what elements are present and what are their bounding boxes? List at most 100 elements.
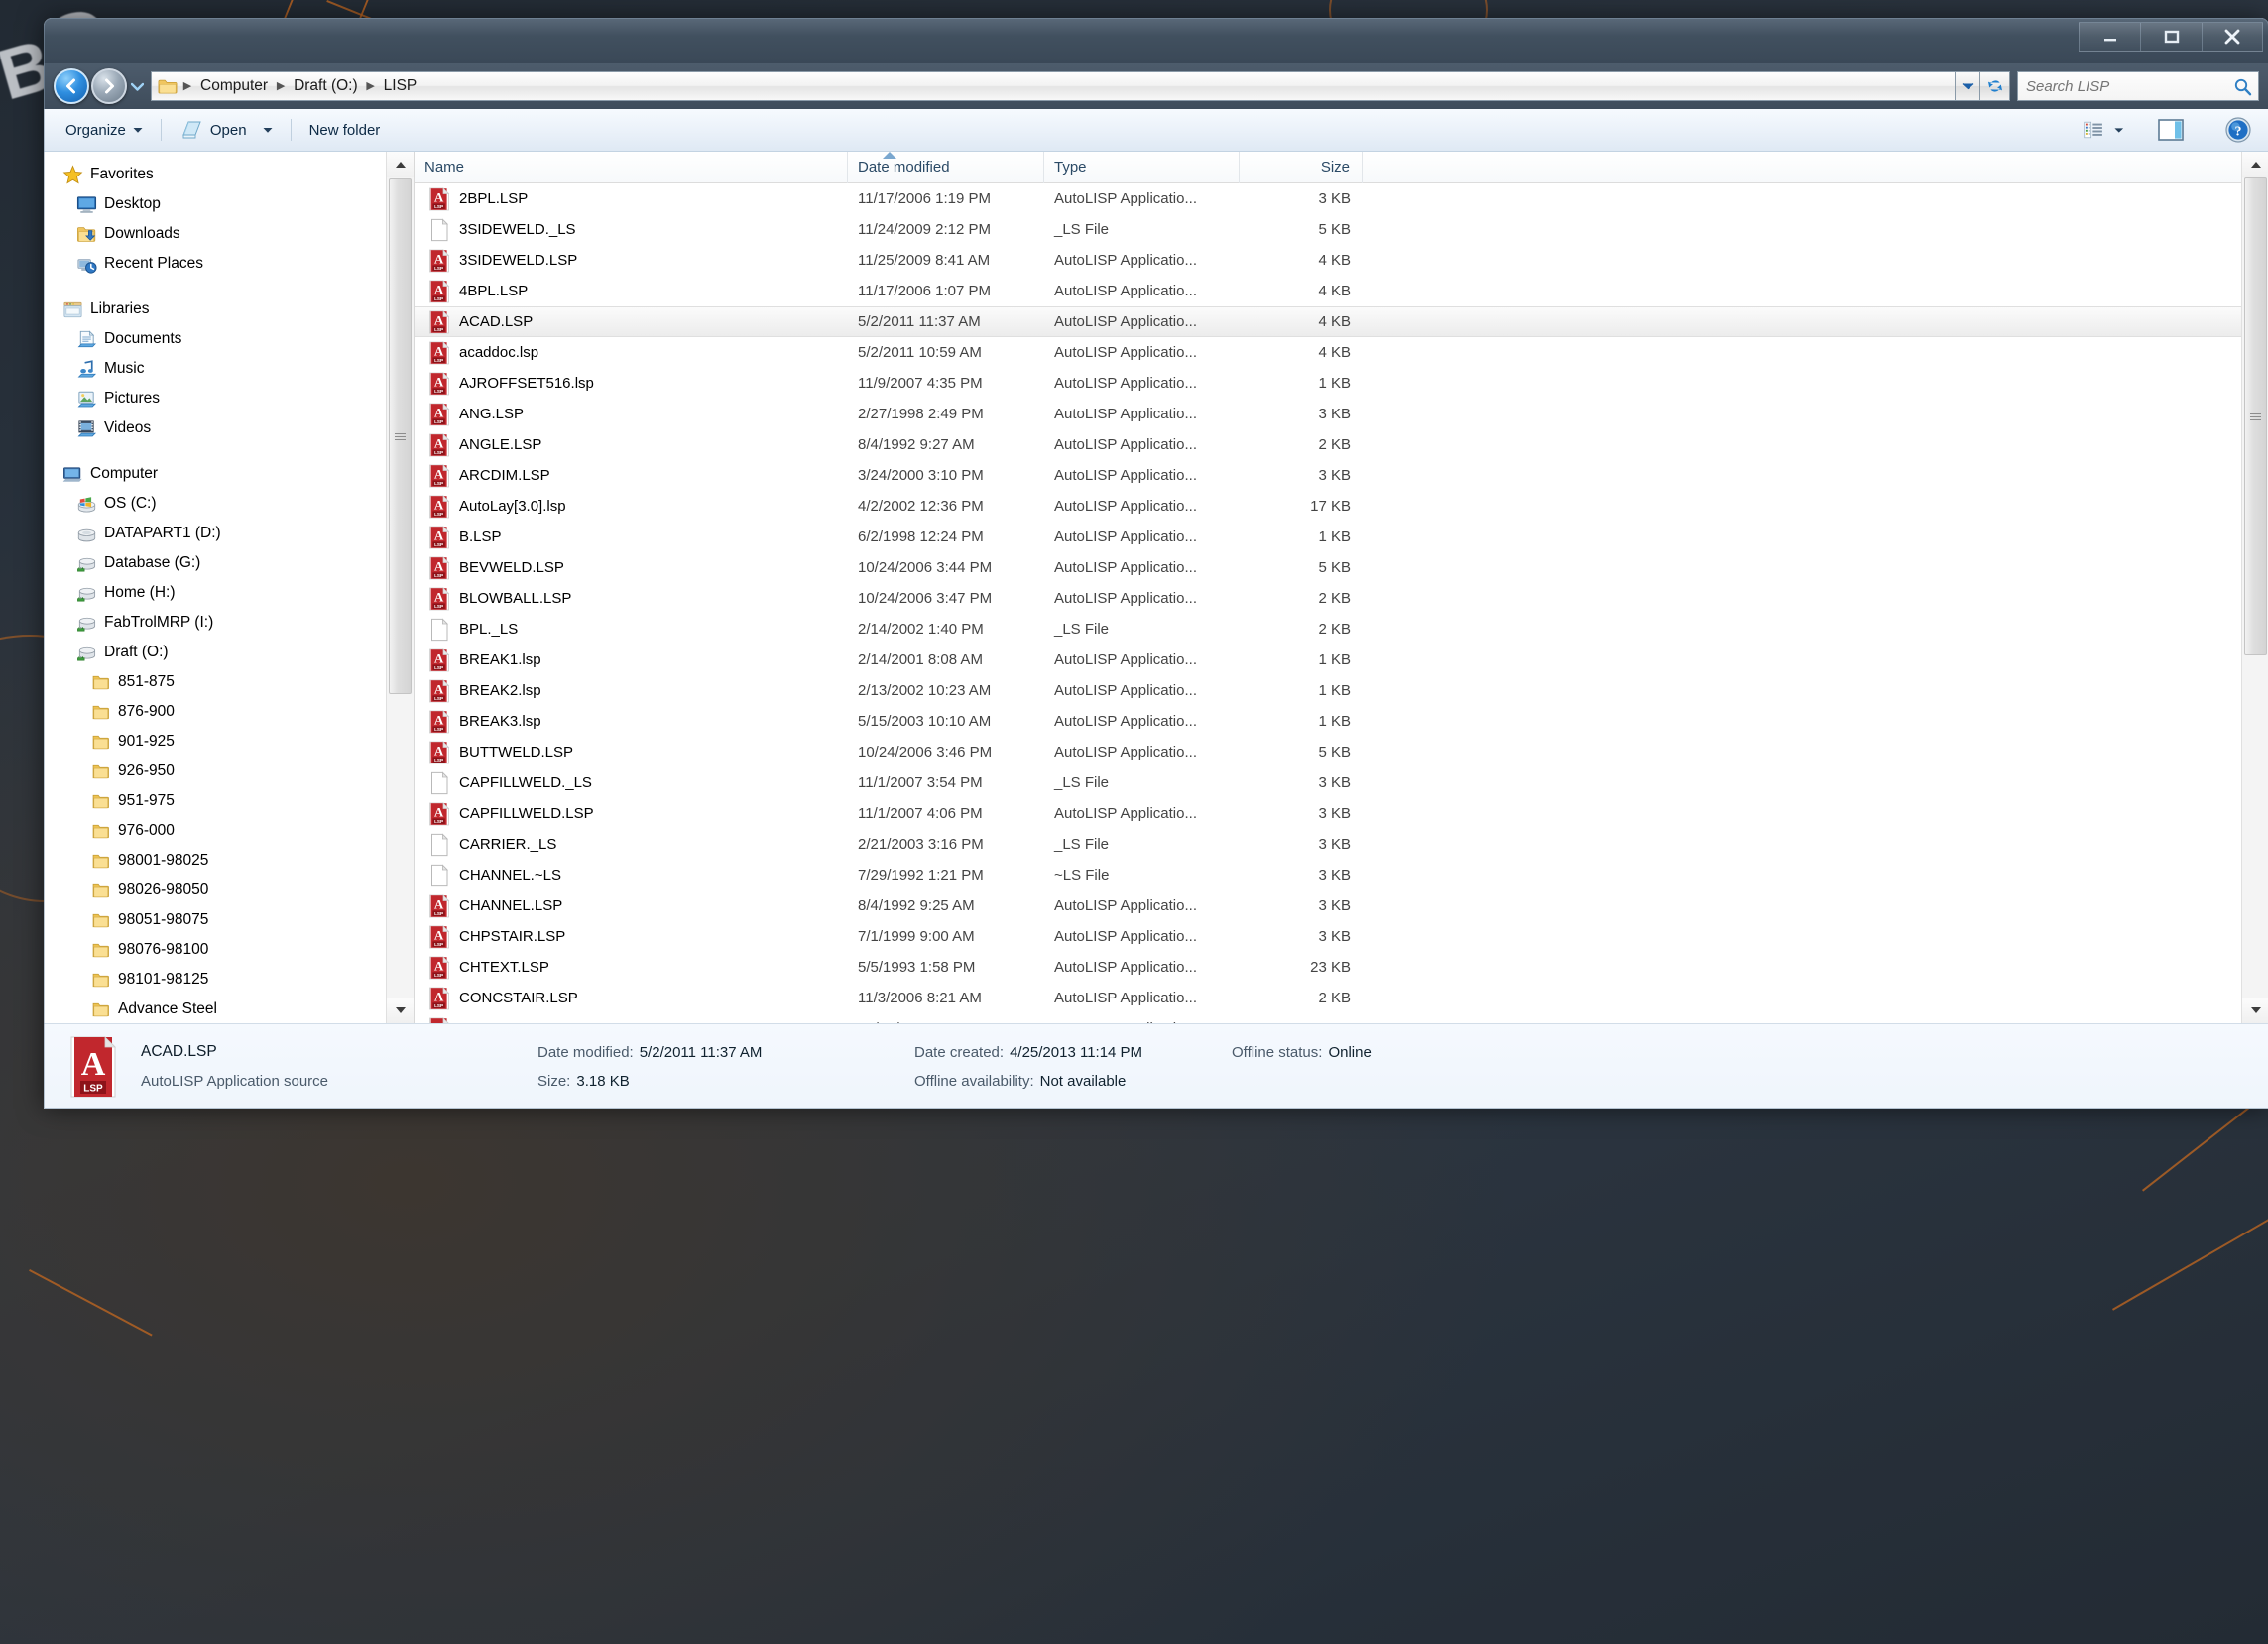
preview-pane-button[interactable] xyxy=(2150,114,2192,146)
sidebar-item-desktop[interactable]: Desktop xyxy=(44,189,386,219)
column-header-size[interactable]: Size xyxy=(1240,152,1363,183)
sidebar-group-favorites[interactable]: Favorites xyxy=(44,160,386,189)
sidebar-item-98101-98125[interactable]: 98101-98125 xyxy=(44,965,386,995)
breadcrumb-item-computer[interactable]: Computer xyxy=(195,75,273,97)
sidebar-group-computer[interactable]: Computer xyxy=(44,459,386,489)
sidebar-item-datapart1-d-[interactable]: DATAPART1 (D:) xyxy=(44,519,386,548)
help-button[interactable]: ? xyxy=(2217,114,2259,146)
table-row[interactable]: A LSP 2BPL.LSP 11/17/2006 1:19 PM AutoLISP A… xyxy=(415,183,2241,214)
table-row[interactable]: A LSP CONCSTAIR.LSP 11/3/2006 8:21 AM AutoLI… xyxy=(415,983,2241,1013)
sidebar-item-98051-98075[interactable]: 98051-98075 xyxy=(44,905,386,935)
breadcrumb-item-draft[interactable]: Draft (O:) xyxy=(289,75,363,97)
table-row[interactable]: A LSP B.LSP 6/2/1998 12:24 PM AutoLISP Appli… xyxy=(415,522,2241,552)
triangle-up-icon xyxy=(2250,162,2261,168)
nav-scroll-thumb[interactable] xyxy=(389,178,412,694)
file-date-modified-cell: 6/2/1998 12:24 PM xyxy=(858,528,984,545)
hdd-windows-icon xyxy=(75,493,97,515)
sidebar-item-label: 98101-98125 xyxy=(118,971,209,988)
sidebar-item-pictures[interactable]: Pictures xyxy=(44,384,386,413)
file-date-modified-cell: 8/4/1992 9:27 AM xyxy=(858,436,975,453)
refresh-button[interactable] xyxy=(1980,71,2010,101)
file-scroll-up-button[interactable] xyxy=(2242,152,2268,177)
sidebar-item-98026-98050[interactable]: 98026-98050 xyxy=(44,876,386,905)
sidebar-item-home-h-[interactable]: Home (H:) xyxy=(44,578,386,608)
organize-button[interactable]: Organize xyxy=(54,115,155,146)
file-date-modified-cell: 8/4/1992 9:25 AM xyxy=(858,897,975,914)
sidebar-item-876-900[interactable]: 876-900 xyxy=(44,697,386,727)
previous-locations-button[interactable] xyxy=(1955,71,1980,101)
open-button[interactable]: Open xyxy=(168,115,285,146)
table-row[interactable]: A LSP ANGLE.LSP 8/4/1992 9:27 AM AutoLISP Ap… xyxy=(415,429,2241,460)
table-row[interactable]: A LSP BREAK1.lsp 2/14/2001 8:08 AM AutoLISP … xyxy=(415,645,2241,675)
minimize-button[interactable] xyxy=(2079,22,2140,52)
file-scroll-down-button[interactable] xyxy=(2242,998,2268,1023)
table-row[interactable]: A LSP BLOWBALL.LSP 10/24/2006 3:47 PM AutoLI… xyxy=(415,583,2241,614)
table-row[interactable]: BPL._LS 2/14/2002 1:40 PM _LS File 2 KB xyxy=(415,614,2241,645)
window-controls xyxy=(2079,22,2263,52)
table-row[interactable]: 3SIDEWELD._LS 11/24/2009 2:12 PM _LS File 5… xyxy=(415,214,2241,245)
table-row[interactable]: A LSP BUTTWELD.LSP 10/24/2006 3:46 PM AutoLI… xyxy=(415,737,2241,767)
table-row[interactable]: A LSP ANG.LSP 2/27/1998 2:49 PM AutoLISP App… xyxy=(415,399,2241,429)
column-header-date-modified[interactable]: Date modified xyxy=(848,152,1044,183)
new-folder-button[interactable]: New folder xyxy=(298,115,393,146)
table-row[interactable]: A LSP BREAK2.lsp 2/13/2002 10:23 AM AutoLISP… xyxy=(415,675,2241,706)
forward-button[interactable] xyxy=(91,68,127,104)
nav-scroll-down-button[interactable] xyxy=(387,998,414,1023)
table-row[interactable]: A LSP ARCDIM.LSP 3/24/2000 3:10 PM AutoLISP … xyxy=(415,460,2241,491)
file-type-cell: ~LS File xyxy=(1054,867,1110,883)
breadcrumb[interactable]: ▶ Computer ▶ Draft (O:) ▶ LISP xyxy=(151,71,1955,101)
sidebar-item-851-875[interactable]: 851-875 xyxy=(44,667,386,697)
table-row[interactable]: A LSP ACAD.LSP 5/2/2011 11:37 AM AutoLISP Ap… xyxy=(415,306,2241,337)
sidebar-item-advance-steel[interactable]: Advance Steel xyxy=(44,995,386,1023)
table-row[interactable]: A LSP BREAK3.lsp 5/15/2003 10:10 AM AutoLISP… xyxy=(415,706,2241,737)
refresh-icon xyxy=(1987,80,2002,92)
sidebar-item-98001-98025[interactable]: 98001-98025 xyxy=(44,846,386,876)
close-button[interactable] xyxy=(2202,22,2263,52)
table-row[interactable]: A LSP CHPSTAIR.LSP 7/1/1999 9:00 AM AutoLISP… xyxy=(415,921,2241,952)
table-row[interactable]: A LSP CHANNEL.LSP 8/4/1992 9:25 AM AutoLISP … xyxy=(415,890,2241,921)
column-header-type[interactable]: Type xyxy=(1044,152,1240,183)
sidebar-item-fabtrolmrp-i-[interactable]: FabTrolMRP (I:) xyxy=(44,608,386,638)
lsp-icon: ALSP xyxy=(429,709,450,733)
sidebar-item-976-000[interactable]: 976-000 xyxy=(44,816,386,846)
search-input[interactable] xyxy=(2024,76,2233,96)
table-row[interactable]: ALSPCRSGRID.LSP10/20/1994 12:00 PMAutoLI… xyxy=(415,1013,2241,1023)
nav-pane-scrollbar[interactable] xyxy=(386,152,414,1023)
sort-ascending-indicator-icon xyxy=(883,152,896,159)
sidebar-item-926-950[interactable]: 926-950 xyxy=(44,757,386,786)
change-view-button[interactable] xyxy=(2083,114,2124,146)
sidebar-item-videos[interactable]: Videos xyxy=(44,413,386,443)
sidebar-item-documents[interactable]: Documents xyxy=(44,324,386,354)
sidebar-item-recent-places[interactable]: Recent Places xyxy=(44,249,386,279)
table-row[interactable]: A LSP BEVWELD.LSP 10/24/2006 3:44 PM AutoLIS… xyxy=(415,552,2241,583)
table-row[interactable]: A LSP CHTEXT.LSP 5/5/1993 1:58 PM AutoLISP A… xyxy=(415,952,2241,983)
sidebar-item-901-925[interactable]: 901-925 xyxy=(44,727,386,757)
column-header-name[interactable]: Name xyxy=(415,152,848,183)
sidebar-item-os-c-[interactable]: OS (C:) xyxy=(44,489,386,519)
desktop-icon xyxy=(76,195,96,213)
sidebar-item-music[interactable]: Music xyxy=(44,354,386,384)
file-list-scrollbar[interactable] xyxy=(2241,152,2268,1023)
table-row[interactable]: A LSP AutoLay[3.0].lsp 4/2/2002 12:36 PM Aut… xyxy=(415,491,2241,522)
table-row[interactable]: A LSP 3SIDEWELD.LSP 11/25/2009 8:41 AM AutoL… xyxy=(415,245,2241,276)
sidebar-item-database-g-[interactable]: Database (G:) xyxy=(44,548,386,578)
sidebar-item-downloads[interactable]: Downloads xyxy=(44,219,386,249)
sidebar-group-libraries[interactable]: Libraries xyxy=(44,294,386,324)
sidebar-item-951-975[interactable]: 951-975 xyxy=(44,786,386,816)
table-row[interactable]: A LSP CAPFILLWELD.LSP 11/1/2007 4:06 PM Auto… xyxy=(415,798,2241,829)
table-row[interactable]: A LSP acaddoc.lsp 5/2/2011 10:59 AM AutoLISP… xyxy=(415,337,2241,368)
sidebar-item-draft-o-[interactable]: Draft (O:) xyxy=(44,638,386,667)
file-scroll-thumb[interactable] xyxy=(2244,177,2267,655)
back-button[interactable] xyxy=(54,68,89,104)
recent-pages-dropdown[interactable] xyxy=(127,68,147,104)
table-row[interactable]: A LSP AJROFFSET516.lsp 11/9/2007 4:35 PM Aut… xyxy=(415,368,2241,399)
table-row[interactable]: CHANNEL.~LS 7/29/1992 1:21 PM ~LS File 3 KB xyxy=(415,860,2241,890)
breadcrumb-item-lisp[interactable]: LISP xyxy=(379,75,422,97)
maximize-button[interactable] xyxy=(2140,22,2202,52)
table-row[interactable]: A LSP 4BPL.LSP 11/17/2006 1:07 PM AutoLISP A… xyxy=(415,276,2241,306)
search-box[interactable] xyxy=(2017,71,2259,101)
sidebar-item-98076-98100[interactable]: 98076-98100 xyxy=(44,935,386,965)
table-row[interactable]: CARRIER._LS 2/21/2003 3:16 PM _LS File 3 KB xyxy=(415,829,2241,860)
nav-scroll-up-button[interactable] xyxy=(387,152,414,177)
table-row[interactable]: CAPFILLWELD._LS 11/1/2007 3:54 PM _LS File… xyxy=(415,767,2241,798)
